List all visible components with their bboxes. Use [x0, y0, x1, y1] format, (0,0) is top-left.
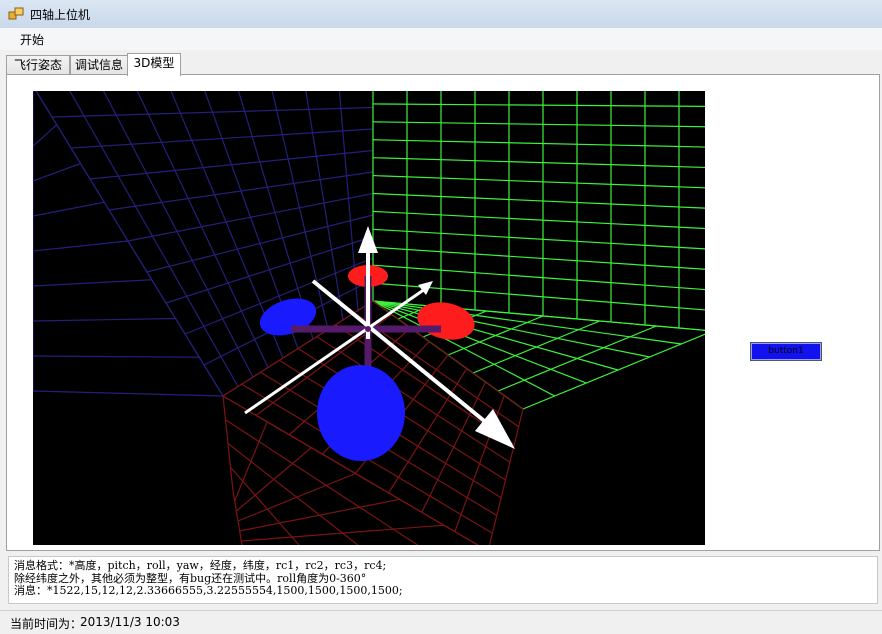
status-time-label: 当前时间为：	[10, 617, 83, 631]
tab-flight-attitude[interactable]: 飞行姿态	[6, 55, 70, 76]
tab-debug-info[interactable]: 调试信息	[70, 55, 128, 76]
message-textbox[interactable]: 消息格式：*高度，pitch，roll，yaw，经度，纬度，rc1，rc2，rc…	[8, 556, 878, 604]
tab-3d-model[interactable]: 3D模型	[127, 53, 181, 76]
title-bar: 四轴上位机	[0, 0, 882, 29]
app-icon	[8, 7, 24, 20]
message-line-data: 消息：*1522,15,12,12,2.33666555,3.22555554,…	[14, 584, 403, 597]
window-title: 四轴上位机	[30, 8, 91, 22]
left-wall-grid	[35, 91, 374, 397]
status-bar: 当前时间为： 2013/11/3 10:03	[0, 610, 882, 634]
menu-bar: 开始	[0, 28, 882, 50]
menu-item-start[interactable]: 开始	[20, 31, 44, 48]
right-wall-grid	[372, 91, 705, 331]
button1[interactable]: button1	[750, 342, 822, 361]
center-hub	[365, 326, 371, 332]
3d-viewport[interactable]	[33, 91, 705, 545]
message-line-format: 消息格式：*高度，pitch，roll，yaw，经度，纬度，rc1，rc2，rc…	[14, 559, 387, 572]
motor-back	[317, 365, 405, 461]
status-time-value: 2013/11/3 10:03	[80, 615, 180, 629]
